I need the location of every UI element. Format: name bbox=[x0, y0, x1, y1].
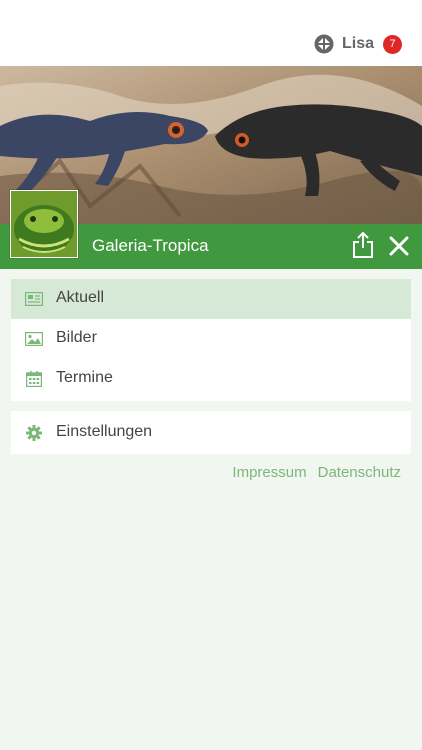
menu-item-label: Aktuell bbox=[56, 289, 105, 306]
menu-item-aktuell[interactable]: Aktuell bbox=[11, 279, 411, 319]
gear-icon bbox=[25, 425, 43, 441]
user-name[interactable]: Lisa bbox=[342, 35, 374, 53]
menu-item-einstellungen[interactable]: Einstellungen bbox=[11, 411, 411, 454]
newspaper-icon bbox=[25, 291, 43, 307]
app-logo-icon bbox=[314, 34, 334, 54]
menu-item-label: Einstellungen bbox=[56, 423, 153, 440]
settings-menu: Einstellungen bbox=[11, 411, 411, 454]
menu-item-label: Bilder bbox=[56, 329, 97, 346]
shop-avatar bbox=[10, 190, 78, 258]
calendar-icon bbox=[25, 371, 43, 387]
user-menu[interactable]: Lisa 7 bbox=[314, 33, 402, 55]
datenschutz-link[interactable]: Datenschutz bbox=[318, 464, 401, 481]
share-icon[interactable] bbox=[352, 232, 374, 258]
shop-name: Galeria-Tropica bbox=[92, 236, 209, 255]
image-icon bbox=[25, 331, 43, 347]
notification-badge[interactable]: 7 bbox=[383, 34, 402, 54]
top-bar: Lisa 7 bbox=[0, 0, 422, 66]
impressum-link[interactable]: Impressum bbox=[232, 464, 306, 481]
menu-item-bilder[interactable]: Bilder bbox=[11, 319, 411, 359]
footer-links: Impressum Datenschutz bbox=[232, 464, 401, 481]
close-icon[interactable] bbox=[389, 236, 409, 256]
menu-item-termine[interactable]: Termine bbox=[11, 359, 411, 399]
main-menu: Aktuell Bilder Termine bbox=[11, 279, 411, 401]
menu-item-label: Termine bbox=[56, 369, 113, 386]
